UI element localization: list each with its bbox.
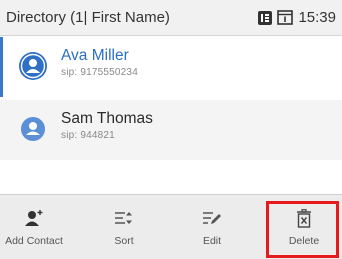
add-contact-label: Add Contact	[5, 235, 63, 247]
sort-label: Sort	[114, 235, 134, 247]
contact-name: Ava Miller	[61, 47, 129, 64]
clock: 15:39	[298, 9, 336, 26]
status-bar: Directory (1| First Name) 15:39	[0, 0, 342, 36]
contact-number: sip: 944821	[61, 130, 115, 141]
contact-row[interactable]: Sam Thomas sip: 944821	[0, 100, 342, 160]
contact-list: Ava Miller sip: 9175550234 Sam Thomas si…	[0, 37, 342, 194]
delete-highlight-box	[266, 201, 339, 258]
edit-label: Edit	[202, 235, 222, 247]
sort-button[interactable]: Sort	[90, 195, 158, 259]
voicemail-icon	[277, 10, 294, 25]
sort-icon	[114, 208, 134, 228]
edit-button[interactable]: Edit	[178, 195, 246, 259]
add-contact-button[interactable]: Add Contact	[0, 195, 68, 259]
person-icon	[19, 52, 47, 80]
contact-number: sip: 9175550234	[61, 67, 138, 78]
edit-icon	[202, 208, 222, 228]
phone-status-icon	[258, 10, 273, 25]
add-contact-icon	[24, 208, 44, 228]
contact-row-selected[interactable]: Ava Miller sip: 9175550234	[0, 37, 342, 97]
contact-name: Sam Thomas	[61, 110, 153, 127]
status-indicators: 15:39	[258, 9, 336, 26]
person-icon	[19, 115, 47, 143]
page-title: Directory (1| First Name)	[6, 9, 170, 26]
